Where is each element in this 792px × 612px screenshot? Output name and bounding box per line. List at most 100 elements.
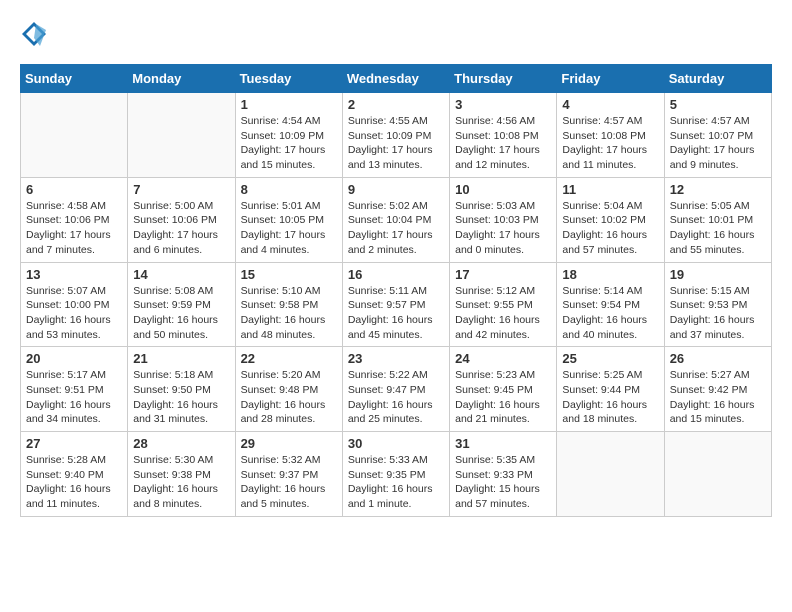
day-number: 25: [562, 351, 658, 366]
day-info: Sunrise: 5:03 AM Sunset: 10:03 PM Daylig…: [455, 199, 551, 258]
day-number: 14: [133, 267, 229, 282]
calendar-cell: 22 Sunrise: 5:20 AM Sunset: 9:48 PM Dayli…: [235, 347, 342, 432]
day-of-week-header: Friday: [557, 65, 664, 93]
calendar-cell: 28 Sunrise: 5:30 AM Sunset: 9:38 PM Dayli…: [128, 432, 235, 517]
day-number: 22: [241, 351, 337, 366]
day-number: 8: [241, 182, 337, 197]
day-number: 1: [241, 97, 337, 112]
calendar-cell: 27 Sunrise: 5:28 AM Sunset: 9:40 PM Dayli…: [21, 432, 128, 517]
day-info: Sunrise: 5:35 AM Sunset: 9:33 PM Dayligh…: [455, 453, 551, 512]
day-info: Sunrise: 5:07 AM Sunset: 10:00 PM Daylig…: [26, 284, 122, 343]
calendar-cell: 10 Sunrise: 5:03 AM Sunset: 10:03 PM Dayl…: [450, 177, 557, 262]
day-info: Sunrise: 4:58 AM Sunset: 10:06 PM Daylig…: [26, 199, 122, 258]
day-info: Sunrise: 5:30 AM Sunset: 9:38 PM Dayligh…: [133, 453, 229, 512]
day-number: 7: [133, 182, 229, 197]
day-number: 9: [348, 182, 444, 197]
day-info: Sunrise: 5:22 AM Sunset: 9:47 PM Dayligh…: [348, 368, 444, 427]
day-info: Sunrise: 5:01 AM Sunset: 10:05 PM Daylig…: [241, 199, 337, 258]
day-info: Sunrise: 4:55 AM Sunset: 10:09 PM Daylig…: [348, 114, 444, 173]
calendar-cell: 23 Sunrise: 5:22 AM Sunset: 9:47 PM Dayli…: [342, 347, 449, 432]
calendar-cell: 19 Sunrise: 5:15 AM Sunset: 9:53 PM Dayli…: [664, 262, 771, 347]
day-info: Sunrise: 5:27 AM Sunset: 9:42 PM Dayligh…: [670, 368, 766, 427]
day-info: Sunrise: 5:08 AM Sunset: 9:59 PM Dayligh…: [133, 284, 229, 343]
calendar-header-row: SundayMondayTuesdayWednesdayThursdayFrid…: [21, 65, 772, 93]
calendar-cell: 16 Sunrise: 5:11 AM Sunset: 9:57 PM Dayli…: [342, 262, 449, 347]
day-info: Sunrise: 4:57 AM Sunset: 10:08 PM Daylig…: [562, 114, 658, 173]
day-number: 21: [133, 351, 229, 366]
calendar-cell: 4 Sunrise: 4:57 AM Sunset: 10:08 PM Dayli…: [557, 93, 664, 178]
day-number: 2: [348, 97, 444, 112]
day-info: Sunrise: 5:20 AM Sunset: 9:48 PM Dayligh…: [241, 368, 337, 427]
day-of-week-header: Sunday: [21, 65, 128, 93]
day-number: 3: [455, 97, 551, 112]
day-of-week-header: Thursday: [450, 65, 557, 93]
calendar-cell: 12 Sunrise: 5:05 AM Sunset: 10:01 PM Dayl…: [664, 177, 771, 262]
day-of-week-header: Wednesday: [342, 65, 449, 93]
day-number: 10: [455, 182, 551, 197]
calendar-cell: 30Sunrise: 5:33 AM Sunset: 9:35 PM Dayli…: [342, 432, 449, 517]
calendar-week-row: 27 Sunrise: 5:28 AM Sunset: 9:40 PM Dayli…: [21, 432, 772, 517]
calendar-cell: [128, 93, 235, 178]
day-number: 23: [348, 351, 444, 366]
logo: [20, 20, 52, 48]
day-of-week-header: Tuesday: [235, 65, 342, 93]
day-number: 27: [26, 436, 122, 451]
calendar-week-row: 20 Sunrise: 5:17 AM Sunset: 9:51 PM Dayli…: [21, 347, 772, 432]
calendar-cell: 9 Sunrise: 5:02 AM Sunset: 10:04 PM Dayli…: [342, 177, 449, 262]
day-info: Sunrise: 5:15 AM Sunset: 9:53 PM Dayligh…: [670, 284, 766, 343]
calendar-cell: 3 Sunrise: 4:56 AM Sunset: 10:08 PM Dayli…: [450, 93, 557, 178]
calendar-cell: 8 Sunrise: 5:01 AM Sunset: 10:05 PM Dayli…: [235, 177, 342, 262]
day-info: Sunrise: 5:25 AM Sunset: 9:44 PM Dayligh…: [562, 368, 658, 427]
day-number: 4: [562, 97, 658, 112]
day-number: 31: [455, 436, 551, 451]
day-info: Sunrise: 5:33 AM Sunset: 9:35 PM Dayligh…: [348, 453, 444, 512]
day-number: 6: [26, 182, 122, 197]
day-number: 20: [26, 351, 122, 366]
day-info: Sunrise: 5:11 AM Sunset: 9:57 PM Dayligh…: [348, 284, 444, 343]
day-info: Sunrise: 5:17 AM Sunset: 9:51 PM Dayligh…: [26, 368, 122, 427]
day-info: Sunrise: 4:54 AM Sunset: 10:09 PM Daylig…: [241, 114, 337, 173]
calendar-cell: 29Sunrise: 5:32 AM Sunset: 9:37 PM Dayli…: [235, 432, 342, 517]
day-number: 29: [241, 436, 337, 451]
day-info: Sunrise: 5:05 AM Sunset: 10:01 PM Daylig…: [670, 199, 766, 258]
day-info: Sunrise: 5:04 AM Sunset: 10:02 PM Daylig…: [562, 199, 658, 258]
calendar-cell: 21 Sunrise: 5:18 AM Sunset: 9:50 PM Dayli…: [128, 347, 235, 432]
day-info: Sunrise: 5:02 AM Sunset: 10:04 PM Daylig…: [348, 199, 444, 258]
calendar-cell: 14 Sunrise: 5:08 AM Sunset: 9:59 PM Dayli…: [128, 262, 235, 347]
calendar-cell: 7Sunrise: 5:00 AM Sunset: 10:06 PM Dayli…: [128, 177, 235, 262]
calendar-cell: 11 Sunrise: 5:04 AM Sunset: 10:02 PM Dayl…: [557, 177, 664, 262]
day-of-week-header: Saturday: [664, 65, 771, 93]
day-number: 17: [455, 267, 551, 282]
day-info: Sunrise: 5:14 AM Sunset: 9:54 PM Dayligh…: [562, 284, 658, 343]
logo-icon: [20, 20, 48, 48]
day-number: 11: [562, 182, 658, 197]
calendar-cell: [21, 93, 128, 178]
day-info: Sunrise: 4:56 AM Sunset: 10:08 PM Daylig…: [455, 114, 551, 173]
day-number: 19: [670, 267, 766, 282]
day-number: 16: [348, 267, 444, 282]
day-info: Sunrise: 5:28 AM Sunset: 9:40 PM Dayligh…: [26, 453, 122, 512]
day-info: Sunrise: 5:18 AM Sunset: 9:50 PM Dayligh…: [133, 368, 229, 427]
calendar-cell: 15 Sunrise: 5:10 AM Sunset: 9:58 PM Dayli…: [235, 262, 342, 347]
calendar-cell: [664, 432, 771, 517]
day-number: 18: [562, 267, 658, 282]
calendar-cell: 6 Sunrise: 4:58 AM Sunset: 10:06 PM Dayli…: [21, 177, 128, 262]
day-number: 15: [241, 267, 337, 282]
calendar-week-row: 6 Sunrise: 4:58 AM Sunset: 10:06 PM Dayli…: [21, 177, 772, 262]
calendar-table: SundayMondayTuesdayWednesdayThursdayFrid…: [20, 64, 772, 517]
calendar-cell: 25 Sunrise: 5:25 AM Sunset: 9:44 PM Dayli…: [557, 347, 664, 432]
day-info: Sunrise: 5:12 AM Sunset: 9:55 PM Dayligh…: [455, 284, 551, 343]
calendar-cell: 20 Sunrise: 5:17 AM Sunset: 9:51 PM Dayli…: [21, 347, 128, 432]
day-number: 24: [455, 351, 551, 366]
day-of-week-header: Monday: [128, 65, 235, 93]
day-info: Sunrise: 5:23 AM Sunset: 9:45 PM Dayligh…: [455, 368, 551, 427]
calendar-cell: 2 Sunrise: 4:55 AM Sunset: 10:09 PM Dayli…: [342, 93, 449, 178]
calendar-cell: 1 Sunrise: 4:54 AM Sunset: 10:09 PM Dayli…: [235, 93, 342, 178]
day-number: 12: [670, 182, 766, 197]
calendar-cell: 5 Sunrise: 4:57 AM Sunset: 10:07 PM Dayli…: [664, 93, 771, 178]
day-number: 28: [133, 436, 229, 451]
calendar-cell: 31 Sunrise: 5:35 AM Sunset: 9:33 PM Dayli…: [450, 432, 557, 517]
day-info: Sunrise: 4:57 AM Sunset: 10:07 PM Daylig…: [670, 114, 766, 173]
day-number: 5: [670, 97, 766, 112]
day-info: Sunrise: 5:10 AM Sunset: 9:58 PM Dayligh…: [241, 284, 337, 343]
